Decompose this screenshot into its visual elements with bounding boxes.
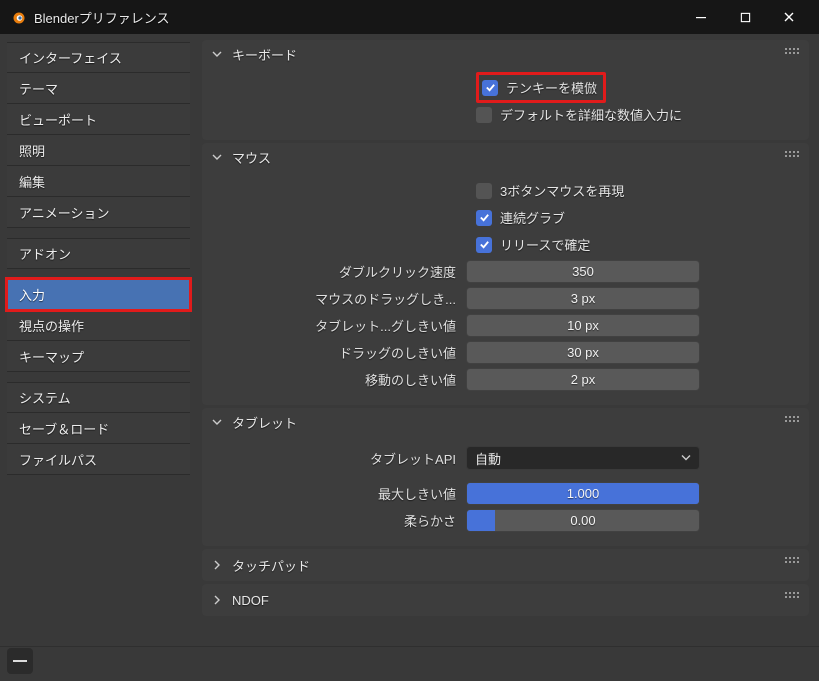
sidebar-item-label: アドオン bbox=[19, 244, 71, 263]
sidebar-item-theme[interactable]: テーマ bbox=[7, 73, 190, 104]
mouse-drag-label: マウスのドラッグしき... bbox=[212, 289, 466, 308]
panel-tablet: タブレット タブレットAPI 自動 最大しきい値 bbox=[202, 408, 809, 546]
max-threshold-slider[interactable]: 1.000 bbox=[466, 482, 700, 505]
panel-mouse-header[interactable]: マウス bbox=[202, 143, 809, 171]
sidebar-item-label: ビューポート bbox=[19, 110, 97, 129]
preferences-sidebar: インターフェイス テーマ ビューポート 照明 編集 アニメーション アドオン 入… bbox=[0, 34, 190, 681]
panel-title: NDOF bbox=[232, 593, 269, 608]
panel-title: キーボード bbox=[232, 45, 297, 64]
sidebar-item-keymap[interactable]: キーマップ bbox=[7, 341, 190, 372]
sidebar-item-interface[interactable]: インターフェイス bbox=[7, 42, 190, 73]
panel-ndof-header[interactable]: NDOF bbox=[202, 584, 809, 616]
drag-grip-icon[interactable] bbox=[785, 151, 799, 161]
sidebar-item-label: システム bbox=[19, 388, 71, 407]
drag-grip-icon[interactable] bbox=[785, 48, 799, 58]
panel-keyboard: キーボード テンキーを模倣 bbox=[202, 40, 809, 140]
panel-ndof: NDOF bbox=[202, 584, 809, 616]
preferences-menu-button[interactable] bbox=[7, 648, 33, 674]
panel-touchpad-header[interactable]: タッチパッド bbox=[202, 549, 809, 581]
sidebar-item-label: セーブ＆ロード bbox=[19, 419, 109, 438]
sidebar-item-label: インターフェイス bbox=[19, 48, 122, 67]
drag-grip-icon[interactable] bbox=[785, 416, 799, 426]
sidebar-item-label: キーマップ bbox=[19, 347, 84, 366]
panel-title: タッチパッド bbox=[232, 556, 310, 575]
sidebar-item-viewport[interactable]: ビューポート bbox=[7, 104, 190, 135]
drag-threshold-field[interactable]: 30 px bbox=[466, 341, 700, 364]
drag-threshold-label: ドラッグのしきい値 bbox=[212, 343, 466, 362]
sidebar-item-label: ファイルパス bbox=[19, 450, 97, 469]
emulate-numpad-checkbox[interactable] bbox=[482, 80, 498, 96]
softness-slider[interactable]: 0.00 bbox=[466, 509, 700, 532]
chevron-right-icon bbox=[212, 560, 226, 570]
double-click-field[interactable]: 350 bbox=[466, 260, 700, 283]
emulate-numpad-label: テンキーを模倣 bbox=[506, 78, 597, 97]
titlebar: Blenderプリファレンス bbox=[0, 0, 819, 34]
default-numeric-label: デフォルトを詳細な数値入力に bbox=[500, 105, 682, 124]
chevron-down-icon bbox=[212, 417, 226, 427]
continuous-grab-label: 連続グラブ bbox=[500, 208, 565, 227]
sidebar-item-label: アニメーション bbox=[19, 203, 109, 222]
release-confirm-checkbox[interactable] bbox=[476, 237, 492, 253]
continuous-grab-checkbox[interactable] bbox=[476, 210, 492, 226]
window-close-button[interactable] bbox=[767, 0, 811, 34]
sidebar-item-navigation[interactable]: 視点の操作 bbox=[7, 310, 190, 341]
window-minimize-button[interactable] bbox=[679, 0, 723, 34]
mouse-drag-field[interactable]: 3 px bbox=[466, 287, 700, 310]
drag-grip-icon[interactable] bbox=[785, 557, 799, 567]
sidebar-item-lights[interactable]: 照明 bbox=[7, 135, 190, 166]
panel-touchpad: タッチパッド bbox=[202, 549, 809, 581]
panel-title: マウス bbox=[232, 148, 271, 167]
sidebar-item-system[interactable]: システム bbox=[7, 382, 190, 413]
move-threshold-field[interactable]: 2 px bbox=[466, 368, 700, 391]
panel-tablet-header[interactable]: タブレット bbox=[202, 408, 809, 436]
emulate-3button-label: 3ボタンマウスを再現 bbox=[500, 181, 624, 200]
hamburger-icon bbox=[13, 660, 27, 662]
softness-label: 柔らかさ bbox=[212, 511, 466, 530]
tablet-drag-label: タブレット...グしきい値 bbox=[212, 316, 466, 335]
emulate-numpad-highlight: テンキーを模倣 bbox=[476, 72, 606, 103]
sidebar-item-input[interactable]: 入力 bbox=[7, 279, 190, 310]
preferences-main: キーボード テンキーを模倣 bbox=[190, 34, 819, 681]
sidebar-item-label: 視点の操作 bbox=[19, 316, 84, 335]
sidebar-item-label: 入力 bbox=[19, 285, 45, 304]
footer-divider bbox=[0, 646, 819, 647]
sidebar-item-label: 照明 bbox=[19, 141, 45, 160]
sidebar-item-label: 編集 bbox=[19, 172, 45, 191]
drag-grip-icon[interactable] bbox=[785, 592, 799, 602]
window-maximize-button[interactable] bbox=[723, 0, 767, 34]
double-click-label: ダブルクリック速度 bbox=[212, 262, 466, 281]
sidebar-item-save-load[interactable]: セーブ＆ロード bbox=[7, 413, 190, 444]
max-threshold-label: 最大しきい値 bbox=[212, 484, 466, 503]
sidebar-item-label: テーマ bbox=[19, 79, 58, 98]
emulate-3button-checkbox[interactable] bbox=[476, 183, 492, 199]
panel-mouse: マウス 3ボタンマウスを再現 連続グラブ リリースで確定 ダブルクリック速度 bbox=[202, 143, 809, 405]
release-confirm-label: リリースで確定 bbox=[500, 235, 590, 254]
tablet-api-label: タブレットAPI bbox=[212, 449, 466, 468]
window-title: Blenderプリファレンス bbox=[34, 8, 170, 27]
chevron-down-icon bbox=[212, 152, 226, 162]
default-numeric-checkbox[interactable] bbox=[476, 107, 492, 123]
tablet-api-select[interactable]: 自動 bbox=[466, 446, 700, 470]
sidebar-item-editing[interactable]: 編集 bbox=[7, 166, 190, 197]
chevron-down-icon bbox=[212, 49, 226, 59]
panel-keyboard-header[interactable]: キーボード bbox=[202, 40, 809, 68]
tablet-drag-field[interactable]: 10 px bbox=[466, 314, 700, 337]
sidebar-item-animation[interactable]: アニメーション bbox=[7, 197, 190, 228]
panel-title: タブレット bbox=[232, 413, 297, 432]
chevron-down-icon bbox=[681, 451, 691, 466]
sidebar-item-addons[interactable]: アドオン bbox=[7, 238, 190, 269]
move-threshold-label: 移動のしきい値 bbox=[212, 370, 466, 389]
sidebar-item-filepaths[interactable]: ファイルパス bbox=[7, 444, 190, 475]
blender-logo-icon bbox=[10, 9, 26, 25]
chevron-right-icon bbox=[212, 595, 226, 605]
